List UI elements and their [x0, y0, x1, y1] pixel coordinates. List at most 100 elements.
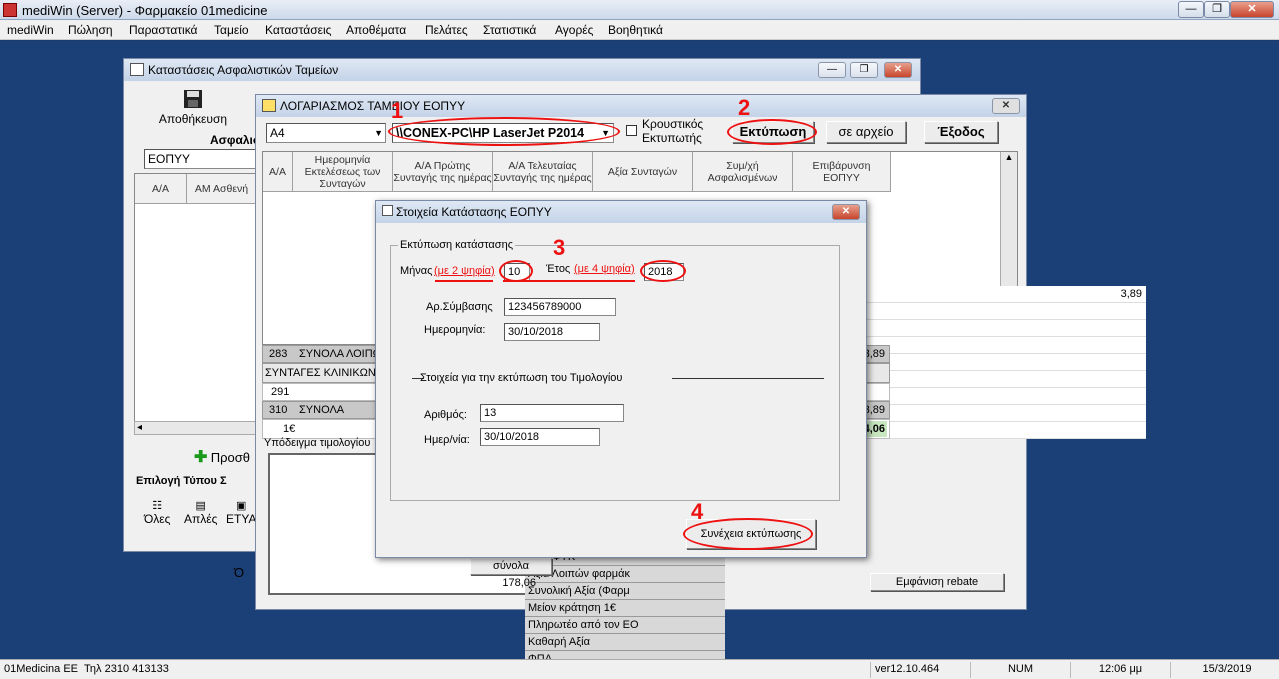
menu-statistics[interactable]: Στατιστικά	[483, 23, 536, 37]
annotation-number-4: 4	[691, 499, 704, 524]
invoice-row: Συνολική Αξία (Φαρμ	[525, 583, 725, 600]
ledger-icon	[262, 99, 276, 112]
type-simple-option[interactable]: ▤ Απλές	[184, 499, 217, 526]
document-icon: ▤	[195, 500, 206, 512]
invoice-number-label: Αριθμός:	[424, 409, 467, 421]
menu-sales[interactable]: Πώληση	[68, 23, 113, 37]
close-button[interactable]: ✕	[1230, 1, 1274, 18]
col-header-am: ΑΜ Ασθενή	[187, 174, 257, 204]
invoice-row-label: Πληρωτέο από τον ΕΟ	[528, 619, 639, 631]
col-header-aa: Α/Α	[263, 152, 293, 192]
floppy-disk-icon	[184, 90, 202, 108]
col-header-date: Ημερομηνία Εκτελέσεως των Συνταγών	[293, 152, 393, 192]
month-hint: (με 2 ψηφία)	[434, 265, 495, 277]
save-button[interactable]: Αποθήκευση	[158, 89, 228, 127]
account-window-title: ΛΟΓΑΡΙΑΣΜΟΣ ΤΑΜΕΙΟΥ ΕΟΠΥΥ	[280, 99, 466, 113]
row310-label: ΣΥΝΟΛΑ	[299, 404, 345, 416]
status-version: ver12.10.464	[870, 662, 966, 678]
status-date: 15/3/2019	[1170, 662, 1279, 678]
add-label: Προσθ	[210, 450, 251, 465]
impact-printer-label: Κρουστικός Εκτυπωτής	[642, 117, 704, 145]
invoice-number-field[interactable]: 13	[480, 404, 624, 422]
menu-cashier[interactable]: Ταμείο	[214, 23, 249, 37]
horizontal-scrollbar[interactable]: ◂	[134, 421, 256, 435]
insurance-maximize-button[interactable]: ❐	[850, 62, 878, 78]
row1e-label: 1€	[283, 423, 296, 435]
paper-value: A4	[270, 126, 285, 140]
invoice-row-label: Μείον κράτηση 1€	[528, 602, 616, 614]
annotation-number-2: 2	[738, 95, 751, 120]
invoice-row-label: Καθαρή Αξία	[528, 636, 590, 648]
type-simple-label: Απλές	[184, 512, 218, 526]
app-icon	[3, 3, 17, 17]
invoice-row: Πληρωτέο από τον ΕΟ	[525, 617, 725, 634]
paper-select[interactable]: A4 ▼	[266, 123, 386, 143]
insurance-close-button[interactable]: ✕	[884, 62, 912, 78]
fund-field[interactable]: ΕΟΠΥΥ	[144, 149, 256, 169]
dialog-title: Στοιχεία Κατάστασης ΕΟΠΥΥ	[396, 205, 552, 219]
save-label: Αποθήκευση	[158, 112, 228, 126]
app-title: mediWin (Server) - Φαρμακείο 01medicine	[22, 3, 268, 18]
menu-mediwin[interactable]: mediWin	[7, 23, 54, 37]
type-all-label: Όλες	[144, 512, 171, 526]
plus-icon: ✚	[194, 449, 208, 466]
menu-stock[interactable]: Αποθέματα	[346, 23, 406, 37]
dialog-close-button[interactable]: ✕	[832, 204, 860, 220]
annotation-circle-printer	[388, 117, 620, 146]
menu-purchases[interactable]: Αγορές	[555, 23, 593, 37]
date-label: Ημερομηνία:	[424, 324, 486, 336]
scroll-left-icon[interactable]: ◂	[137, 422, 142, 433]
menu-documents[interactable]: Παραστατικά	[129, 23, 197, 37]
account-close-button[interactable]: ✕	[992, 98, 1020, 114]
type-etya-label: ΕΤΥΑ	[226, 512, 257, 526]
insurance-bottom-text: Ό	[234, 565, 245, 580]
annotation-circle-year	[640, 260, 686, 282]
annotation-circle-month	[499, 260, 533, 282]
exit-button[interactable]: Έξοδος	[924, 121, 998, 143]
show-rebate-button[interactable]: Εμφάνιση rebate	[870, 573, 1004, 591]
col-header-last: Α/Α Τελευταίας Συνταγής της ημέρας	[493, 152, 593, 192]
add-button[interactable]: ✚ Προσθ	[194, 447, 250, 467]
maximize-button[interactable]: ❐	[1204, 1, 1230, 18]
account-row-charge: 3,89	[1120, 288, 1142, 300]
all-list-icon: ☷	[152, 500, 163, 512]
date-field[interactable]: 30/10/2018	[504, 323, 600, 341]
insurance-minimize-button[interactable]: —	[818, 62, 846, 78]
row291-aa: 291	[271, 386, 290, 398]
totals-button[interactable]: σύνολα	[470, 558, 552, 575]
menu-utilities[interactable]: Βοηθητικά	[608, 23, 663, 37]
eopyy-report-dialog: Στοιχεία Κατάστασης ΕΟΠΥΥ ✕ Εκτύπωση κατ…	[375, 200, 867, 558]
status-time: 12:06 μμ	[1070, 662, 1166, 678]
status-phone: Τηλ 2310 413133	[84, 663, 169, 675]
minimize-button[interactable]: —	[1178, 1, 1204, 18]
insurance-section-label: Ασφαλισ	[210, 133, 262, 147]
invoice-row: Καθαρή Αξία	[525, 634, 725, 651]
grid-icon: ▣	[236, 500, 247, 512]
type-etya-option[interactable]: ▣ ΕΤΥΑ	[226, 499, 256, 526]
invoice-date-field[interactable]: 30/10/2018	[480, 428, 600, 446]
scroll-up-icon[interactable]: ▲	[1001, 152, 1017, 162]
print-group-label: Εκτύπωση κατάστασης	[398, 239, 516, 251]
status-bar: 01Medicina EE Τηλ 2310 413133 ver12.10.4…	[0, 659, 1279, 679]
window-icon	[130, 63, 144, 76]
col-header-first: Α/Α Πρώτης Συνταγής της ημέρας	[393, 152, 493, 192]
app-title-bar: mediWin (Server) - Φαρμακείο 01medicine …	[0, 0, 1279, 20]
type-select-label: Επιλογή Τύπου Σ	[136, 475, 227, 487]
impact-printer-checkbox[interactable]	[626, 125, 637, 136]
insurance-window-title-bar: Καταστάσεις Ασφαλιστικών Ταμείων — ❐ ✕	[124, 59, 920, 81]
contract-field[interactable]: 123456789000	[504, 298, 616, 316]
col-header-contrib: Συμ/χή Ασφαλισμένων	[693, 152, 793, 192]
clinic-label: ΣΥΝΤΑΓΕΣ ΚΛΙΝΙΚΩΝ	[265, 367, 376, 379]
type-all-option[interactable]: ☷ Όλες	[144, 499, 170, 526]
annotation-underline-month-hint	[435, 280, 493, 282]
contract-label: Αρ.Σύμβασης	[426, 301, 493, 313]
chevron-down-icon[interactable]: ▼	[374, 124, 383, 142]
menu-reports[interactable]: Καταστάσεις	[265, 23, 331, 37]
menu-customers[interactable]: Πελάτες	[425, 23, 468, 37]
month-label: Μήνας	[400, 265, 433, 277]
patient-grid: Α/Α ΑΜ Ασθενή	[134, 173, 257, 435]
print-to-file-button[interactable]: σε αρχείο	[826, 121, 906, 143]
col-header-aa: Α/Α	[135, 174, 187, 204]
invoice-row-label: Συνολική Αξία (Φαρμ	[528, 585, 630, 597]
year-hint: (με 4 ψηφία)	[574, 263, 635, 275]
